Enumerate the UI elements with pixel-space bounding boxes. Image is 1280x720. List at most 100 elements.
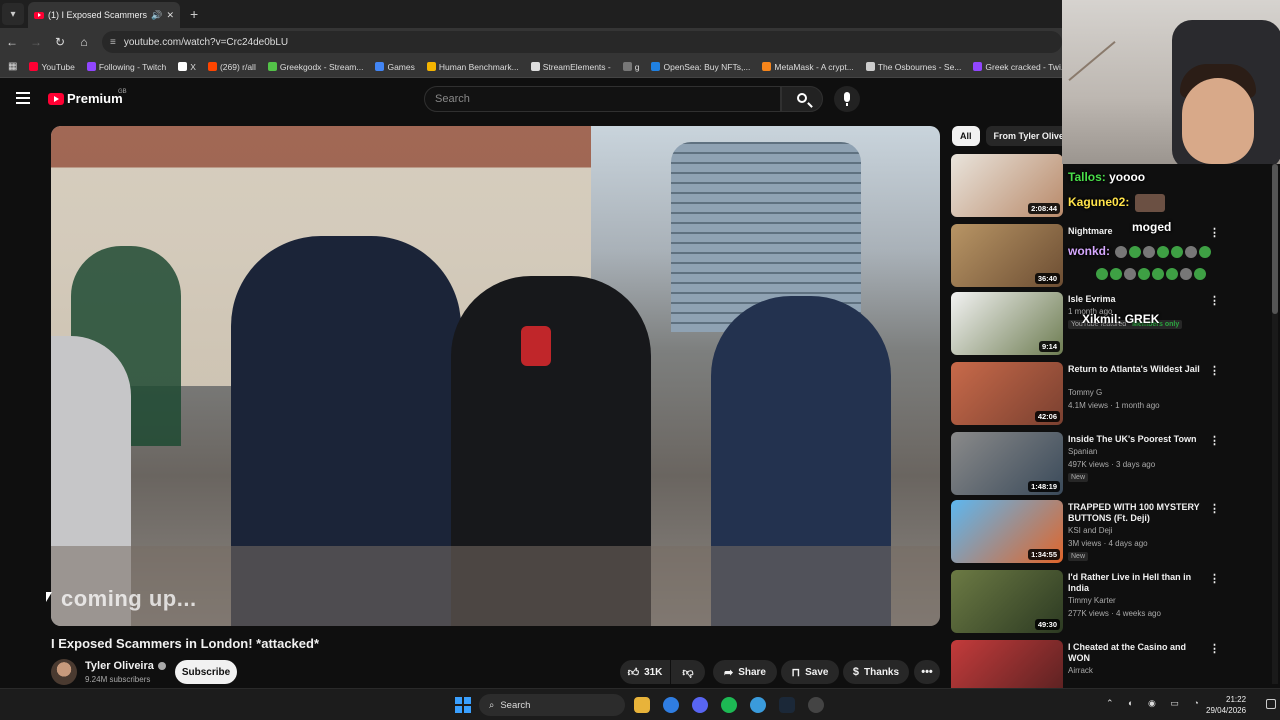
- notifications-icon[interactable]: [1266, 699, 1276, 709]
- bookmark-item[interactable]: OpenSea: Buy NFTs,...: [651, 62, 750, 72]
- video-title: I Exposed Scammers in London! *attacked*: [51, 636, 320, 651]
- apps-grid-icon[interactable]: ▦: [8, 61, 17, 72]
- recommended-video[interactable]: 1:48:19 Inside The UK's Poorest Town Spani…: [951, 432, 1271, 496]
- recommended-title[interactable]: I Cheated at the Casino and WON: [1068, 642, 1208, 664]
- video-player[interactable]: coming up...: [51, 126, 940, 626]
- recommended-title[interactable]: Return to Atlanta's Wildest Jail: [1068, 364, 1208, 375]
- windows-start-icon[interactable]: [455, 697, 471, 713]
- more-horizontal-icon: •••: [921, 666, 933, 678]
- bookmark-item[interactable]: Following - Twitch: [86, 62, 166, 72]
- scrollbar-thumb[interactable]: [1272, 164, 1278, 314]
- channel-name[interactable]: Tyler Oliveira: [85, 660, 166, 672]
- chrome-icon[interactable]: [663, 697, 679, 713]
- file-explorer-icon[interactable]: [634, 697, 650, 713]
- video-thumbnail[interactable]: 36:40: [951, 224, 1063, 287]
- channel-avatar[interactable]: [51, 659, 77, 685]
- chip-all[interactable]: All: [952, 126, 980, 146]
- bookmark-label: StreamElements -: [542, 61, 611, 72]
- recommended-video[interactable]: 49:30 I'd Rather Live in Hell than in Ind…: [951, 570, 1271, 634]
- search-input[interactable]: Search: [424, 86, 781, 112]
- hamburger-menu-icon[interactable]: [16, 92, 30, 104]
- taskbar-search[interactable]: ⌕ Search: [479, 694, 625, 716]
- voice-search-button[interactable]: [834, 86, 860, 112]
- recommended-channel[interactable]: Tommy G: [1068, 388, 1102, 397]
- spotify-icon[interactable]: [721, 697, 737, 713]
- app-icon[interactable]: [750, 697, 766, 713]
- more-actions-button[interactable]: •••: [914, 660, 940, 684]
- emote-icon: [1157, 245, 1170, 258]
- site-info-icon[interactable]: ≡: [110, 37, 116, 48]
- more-vertical-icon[interactable]: ⋮: [1209, 434, 1220, 447]
- bookmark-item[interactable]: YouTube: [29, 62, 75, 72]
- bookmark-label: MetaMask - A crypt...: [774, 61, 854, 72]
- bookmark-item[interactable]: The Osbournes - Se...: [865, 62, 961, 72]
- back-icon[interactable]: ←: [0, 35, 24, 49]
- sidebar-scrollbar[interactable]: [1272, 164, 1278, 684]
- emote-icon: [1152, 267, 1164, 280]
- bookmark-item[interactable]: StreamElements -: [530, 61, 611, 72]
- save-button[interactable]: ⊓ Save: [781, 660, 839, 684]
- more-vertical-icon[interactable]: ⋮: [1209, 502, 1220, 515]
- thanks-button[interactable]: $ Thanks: [843, 660, 909, 684]
- recommended-channel[interactable]: Timmy Karter: [1068, 596, 1116, 605]
- bookmark-item[interactable]: Greekgodx - Stream...: [267, 62, 363, 72]
- recommended-meta: 4.1M views · 1 month ago: [1068, 401, 1160, 410]
- address-bar[interactable]: ≡ youtube.com/watch?v=Crc24de0bLU: [102, 31, 1062, 53]
- video-thumbnail[interactable]: 2:08:44: [951, 154, 1063, 217]
- emote-icon: [1180, 267, 1192, 280]
- subscribe-button[interactable]: Subscribe: [175, 660, 237, 684]
- bookmark-item[interactable]: Human Benchmark...: [426, 62, 519, 72]
- dislike-button[interactable]: 👎︎: [671, 660, 705, 684]
- more-vertical-icon[interactable]: ⋮: [1209, 642, 1220, 655]
- recommended-channel[interactable]: Airrack: [1068, 666, 1093, 675]
- recommended-video[interactable]: 42:06 Return to Atlanta's Wildest Jail Tom…: [951, 362, 1271, 426]
- reload-icon[interactable]: ↻: [48, 35, 72, 49]
- obs-icon[interactable]: [808, 697, 824, 713]
- badge-label: New: [1071, 474, 1086, 481]
- like-button[interactable]: 👍︎ 31K: [620, 660, 670, 684]
- steam-icon[interactable]: [779, 697, 795, 713]
- forward-icon[interactable]: →: [24, 35, 48, 49]
- video-thumbnail[interactable]: 42:06: [951, 362, 1063, 425]
- speaker-icon[interactable]: 🔊: [151, 10, 162, 21]
- recommended-title[interactable]: Inside The UK's Poorest Town: [1068, 434, 1208, 445]
- more-vertical-icon[interactable]: ⋮: [1209, 572, 1220, 585]
- system-tray[interactable]: ⌃ ◐ ◉ ▭ ◔: [1106, 698, 1205, 709]
- discord-icon[interactable]: [692, 697, 708, 713]
- windows-taskbar: ⌕ Search ⌃ ◐ ◉ ▭ ◔ 21:22 29/04/2026: [0, 688, 1280, 720]
- video-thumbnail[interactable]: 1:34:55: [951, 500, 1063, 563]
- save-label: Save: [805, 666, 829, 678]
- bookmark-item[interactable]: Games: [375, 62, 415, 72]
- youtube-premium-logo[interactable]: Premium: [48, 91, 123, 106]
- taskbar-clock[interactable]: 21:22 29/04/2026: [1206, 694, 1246, 716]
- video-thumbnail[interactable]: 9:14: [951, 292, 1063, 355]
- thumbs-down-icon: 👎︎: [682, 666, 694, 679]
- video-duration: 49:30: [1034, 619, 1060, 630]
- bookmark-item[interactable]: Greek cracked - Twi...: [973, 62, 1068, 72]
- bookmark-item[interactable]: g: [622, 62, 639, 72]
- close-tab-icon[interactable]: ✕: [166, 10, 174, 21]
- browser-tab-active[interactable]: (1) I Exposed Scammers in L 🔊 ✕: [28, 2, 180, 28]
- video-thumbnail[interactable]: 1:48:19: [951, 432, 1063, 495]
- search-button[interactable]: [781, 86, 823, 112]
- emote-icon: [1171, 245, 1184, 258]
- subscriber-count: 9.24M subscribers: [85, 675, 151, 684]
- video-thumbnail[interactable]: 49:30: [951, 570, 1063, 633]
- bookmark-item[interactable]: (269) r/all: [207, 62, 256, 72]
- new-tab-button[interactable]: +: [190, 6, 198, 22]
- home-icon[interactable]: ⌂: [72, 35, 96, 49]
- badge-label: New: [1071, 553, 1086, 560]
- tab-list-icon[interactable]: ▾: [2, 3, 24, 25]
- more-vertical-icon[interactable]: ⋮: [1209, 364, 1220, 377]
- recommended-title[interactable]: I'd Rather Live in Hell than in India: [1068, 572, 1208, 594]
- recommended-title[interactable]: TRAPPED WITH 100 MYSTERY BUTTONS (Ft. De…: [1068, 502, 1208, 524]
- bookmark-item[interactable]: X: [178, 62, 196, 72]
- recommended-channel[interactable]: Spanian: [1068, 447, 1097, 456]
- recommended-channel[interactable]: KSI and Deji: [1068, 526, 1112, 535]
- bookmark-item[interactable]: MetaMask - A crypt...: [762, 61, 854, 72]
- share-button[interactable]: ➦ Share: [713, 660, 777, 684]
- bookmark-favicon-icon: [973, 62, 983, 71]
- recommended-meta: 277K views · 4 weeks ago: [1068, 609, 1161, 618]
- youtube-logo-icon: [48, 92, 64, 105]
- recommended-video[interactable]: 1:34:55 TRAPPED WITH 100 MYSTERY BUTTONS …: [951, 500, 1271, 564]
